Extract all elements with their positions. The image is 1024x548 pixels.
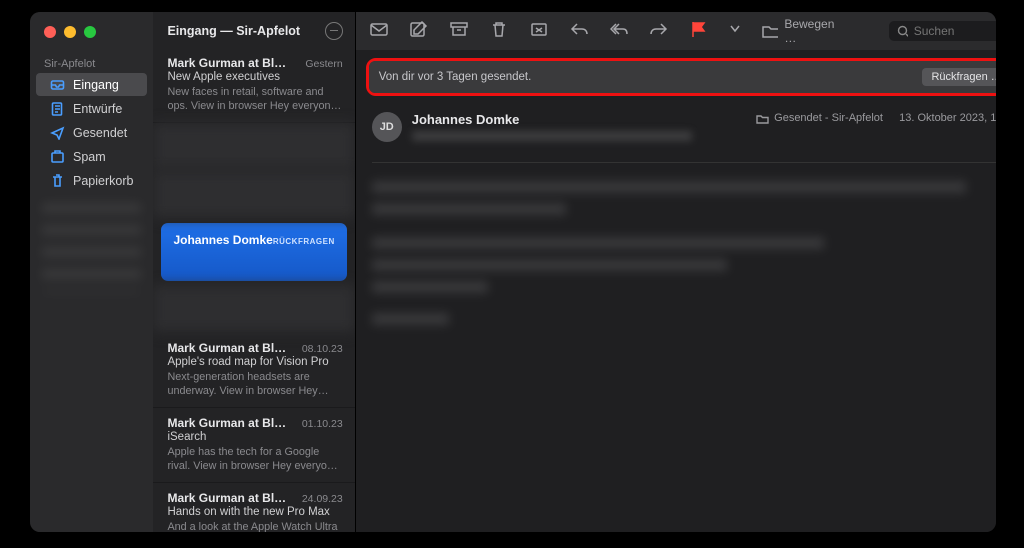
mailbox-label: Spam (73, 150, 106, 164)
message-preview: New faces in retail, software and ops. V… (167, 85, 342, 113)
message-preview: Next-generation headsets are underway. V… (167, 370, 342, 398)
mailbox-sent[interactable]: Gesendet (36, 121, 147, 144)
message-list-header: Eingang — Sir-Apfelot (153, 12, 354, 48)
message-subject: New Apple executives (167, 71, 342, 83)
filter-button[interactable] (325, 22, 343, 40)
avatar: JD (372, 112, 402, 142)
mailbox-label: Entwürfe (73, 102, 122, 116)
message-date: Gestern (305, 58, 342, 70)
flag-button[interactable] (690, 21, 708, 42)
sidebar: Sir-Apfelot Eingang Entwürfe Gesendet Sp… (30, 12, 153, 532)
mail-body (372, 162, 996, 335)
reply-all-button[interactable] (610, 21, 628, 42)
message-item-blurred[interactable] (153, 123, 354, 171)
sent-icon (50, 125, 65, 140)
draft-icon (50, 101, 65, 116)
followup-banner: Von dir vor 3 Tagen gesendet. Rückfragen… (369, 61, 996, 93)
inbox-icon (50, 77, 65, 92)
message-from: Mark Gurman at Bl… (167, 416, 286, 430)
message-from: Mark Gurman at Bl… (167, 56, 286, 70)
mailbox-label: Eingang (73, 78, 119, 92)
folder-icon (762, 23, 779, 39)
message-date: 08.10.23 (302, 343, 343, 355)
message-date: 01.10.23 (302, 418, 343, 430)
traffic-lights (30, 20, 153, 52)
message-item[interactable]: Mark Gurman at Bl… 01.10.23 iSearch Appl… (153, 408, 354, 483)
recipient-blurred (412, 131, 692, 141)
mailbox-trash[interactable]: Papierkorb (36, 169, 147, 192)
delete-button[interactable] (490, 21, 508, 42)
mailbox-spam[interactable]: Spam (36, 145, 147, 168)
message-subject: Hands on with the new Pro Max (167, 506, 342, 518)
reply-button[interactable] (570, 21, 588, 42)
message-scroll[interactable]: Mark Gurman at Bl… Gestern New Apple exe… (153, 48, 354, 532)
search-input[interactable] (914, 24, 996, 38)
message-from: Johannes Domke (173, 233, 272, 247)
mail-datetime: 13. Oktober 2023, 12:06 (899, 112, 996, 124)
search-icon (897, 25, 908, 38)
mail-header: JD Johannes Domke Gesendet - Sir-Apfelot… (356, 102, 996, 142)
banner-text: Von dir vor 3 Tagen gesendet. (379, 71, 532, 83)
sidebar-blurred-section (42, 203, 141, 293)
spam-icon (50, 149, 65, 164)
toolbar: Bewegen … (356, 12, 996, 50)
search-field[interactable] (889, 21, 996, 41)
move-button[interactable]: Bewegen … (762, 17, 845, 45)
message-subject: Apple's road map for Vision Pro (167, 356, 342, 368)
mailbox-inbox[interactable]: Eingang (36, 73, 147, 96)
message-item-blurred[interactable] (153, 285, 354, 333)
archive-button[interactable] (450, 21, 468, 42)
message-date: 24.09.23 (302, 493, 343, 505)
minimize-window-button[interactable] (64, 26, 76, 38)
message-subject: iSearch (167, 431, 342, 443)
followup-button[interactable]: Rückfragen … (922, 68, 996, 86)
followup-banner-highlight: Von dir vor 3 Tagen gesendet. Rückfragen… (366, 58, 996, 96)
mail-location: Gesendet - Sir-Apfelot (774, 112, 883, 124)
mail-window: Sir-Apfelot Eingang Entwürfe Gesendet Sp… (30, 12, 996, 532)
move-label: Bewegen … (784, 17, 844, 45)
folder-icon (756, 113, 769, 124)
mailbox-list: Eingang Entwürfe Gesendet Spam Papierkor… (30, 72, 153, 193)
mail-meta: Gesendet - Sir-Apfelot 13. Oktober 2023,… (756, 112, 996, 124)
list-title: Eingang — Sir-Apfelot (167, 24, 300, 38)
trash-icon (50, 173, 65, 188)
mailbox-drafts[interactable]: Entwürfe (36, 97, 147, 120)
message-from: Mark Gurman at Bl… (167, 491, 286, 505)
account-label: Sir-Apfelot (30, 52, 153, 72)
message-item[interactable]: Mark Gurman at Bl… 08.10.23 Apple's road… (153, 333, 354, 408)
forward-button[interactable] (650, 21, 668, 42)
junk-button[interactable] (530, 21, 548, 42)
message-item[interactable]: Mark Gurman at Bl… Gestern New Apple exe… (153, 48, 354, 123)
maximize-window-button[interactable] (84, 26, 96, 38)
message-from: Mark Gurman at Bl… (167, 341, 286, 355)
compose-button[interactable] (410, 21, 428, 42)
message-item-blurred[interactable] (153, 171, 354, 219)
content-pane: Bewegen … Von dir vor 3 Tagen gesendet. … (356, 12, 996, 532)
message-item-selected[interactable]: Johannes Domke RÜCKFRAGEN (161, 223, 346, 281)
followup-badge: RÜCKFRAGEN (273, 237, 335, 246)
message-preview: And a look at the Apple Watch Ultra 2 Vi… (167, 520, 342, 532)
flag-menu-button[interactable] (730, 21, 740, 42)
mailbox-label: Papierkorb (73, 174, 133, 188)
message-preview: Apple has the tech for a Google rival. V… (167, 445, 342, 473)
close-window-button[interactable] (44, 26, 56, 38)
message-list-column: Eingang — Sir-Apfelot Mark Gurman at Bl…… (153, 12, 355, 532)
mailbox-label: Gesendet (73, 126, 127, 140)
get-mail-button[interactable] (370, 21, 388, 42)
sender-name: Johannes Domke (412, 112, 692, 127)
message-item[interactable]: Mark Gurman at Bl… 24.09.23 Hands on wit… (153, 483, 354, 532)
sender-block: Johannes Domke (412, 112, 692, 141)
